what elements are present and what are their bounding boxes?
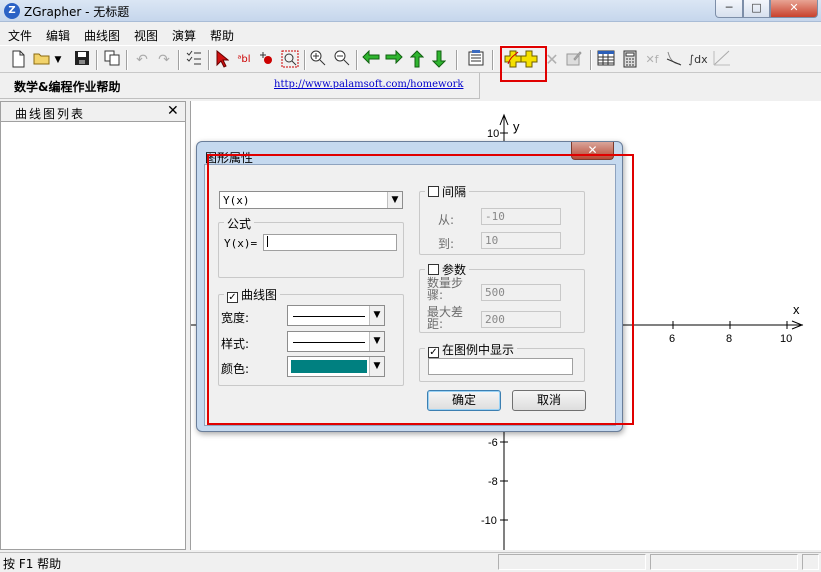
status-bar: 按 F1 帮助: [0, 552, 821, 571]
curve-list-title: 曲线图列表: [15, 107, 86, 121]
x-tick-label: 8: [726, 333, 732, 345]
calculator-icon[interactable]: [620, 50, 640, 70]
table-icon[interactable]: [596, 50, 616, 70]
ruler-icon[interactable]: [712, 50, 732, 70]
menu-bar: 文件 编辑 曲线图 视图 演算 帮助: [0, 24, 821, 44]
zoom-out-icon[interactable]: [332, 50, 352, 70]
tangent-icon[interactable]: [664, 50, 684, 70]
y-axis-label: y: [513, 119, 520, 134]
copy-icon[interactable]: [102, 50, 122, 70]
highlight-dialog-content: [207, 154, 634, 425]
homework-bar: 数学&编程作业帮助 http://www.palamsoft.com/homew…: [0, 73, 480, 99]
x-tick-label: 10: [780, 333, 792, 345]
menu-calculate[interactable]: 演算: [172, 27, 196, 44]
highlight-add-buttons: [500, 46, 547, 82]
y-tick-label: 10: [487, 128, 499, 140]
toolbar: ▼ ↶ ↷ ᵃbl ✕ ✕f ∫dx: [0, 45, 821, 82]
save-icon[interactable]: [72, 50, 92, 70]
menu-view[interactable]: 视图: [134, 27, 158, 44]
pan-up-icon[interactable]: [407, 50, 427, 70]
pan-down-icon[interactable]: [429, 50, 449, 70]
homework-title: 数学&编程作业帮助: [14, 80, 121, 94]
menu-help[interactable]: 帮助: [210, 27, 234, 44]
window-title: ZGrapher - 无标题: [24, 5, 130, 19]
dropdown-arrow-icon[interactable]: ▼: [52, 50, 64, 70]
maximize-button[interactable]: □: [743, 0, 770, 18]
close-icon[interactable]: ✕: [167, 103, 179, 119]
derivative-icon[interactable]: ✕f: [642, 50, 662, 70]
zoom-in-icon[interactable]: [308, 50, 328, 70]
redo-icon[interactable]: ↷: [154, 50, 174, 70]
pointer-icon[interactable]: [212, 49, 232, 70]
label-icon[interactable]: ᵃbl: [234, 50, 254, 70]
new-file-icon[interactable]: [8, 50, 28, 70]
minimize-button[interactable]: ─: [715, 0, 743, 18]
integral-icon[interactable]: ∫dx: [686, 50, 710, 70]
open-folder-icon[interactable]: [32, 50, 52, 70]
menu-file[interactable]: 文件: [8, 27, 32, 44]
homework-link[interactable]: http://www.palamsoft.com/homework: [274, 79, 463, 90]
pan-left-icon[interactable]: [361, 49, 381, 70]
menu-edit[interactable]: 编辑: [46, 27, 70, 44]
app-icon: Z: [4, 3, 20, 19]
status-cell: [802, 554, 819, 570]
title-bar: Z ZGrapher - 无标题 ─ □ ✕: [0, 0, 821, 22]
zoom-box-icon[interactable]: [280, 50, 300, 70]
y-tick-label: -6: [488, 437, 498, 449]
menu-curves[interactable]: 曲线图: [84, 27, 120, 44]
x-tick-label: 6: [669, 333, 675, 345]
status-cell: [650, 554, 798, 570]
y-tick-label: -8: [488, 476, 498, 488]
status-cell: [498, 554, 646, 570]
undo-icon[interactable]: ↶: [132, 50, 152, 70]
y-tick-label: -10: [481, 515, 497, 527]
curve-list-panel: 曲线图列表 ✕: [0, 101, 186, 550]
properties-icon[interactable]: [466, 50, 486, 70]
status-text: 按 F1 帮助: [3, 557, 62, 571]
close-window-button[interactable]: ✕: [770, 0, 818, 18]
curve-list-header: 曲线图列表 ✕: [1, 102, 185, 122]
pan-right-icon[interactable]: [384, 49, 404, 70]
x-axis-label: x: [793, 302, 800, 317]
list-icon[interactable]: [184, 50, 204, 70]
edit-icon[interactable]: [564, 50, 584, 70]
point-icon[interactable]: [256, 50, 276, 70]
